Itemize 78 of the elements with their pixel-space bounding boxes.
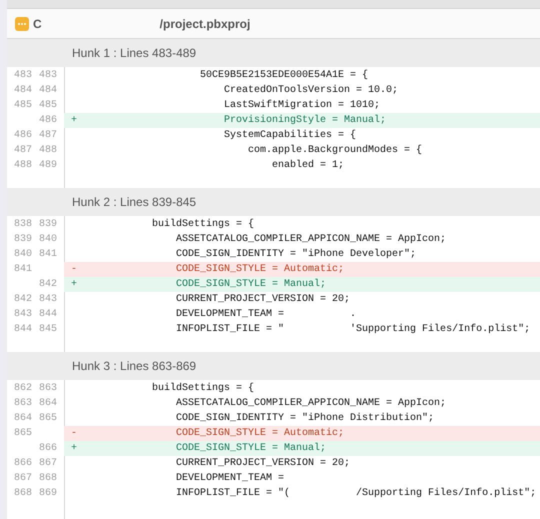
diff-marker: + xyxy=(71,279,78,290)
code-text: CODE_SIGN_STYLE = Automatic; xyxy=(175,428,344,439)
line-number: 863 xyxy=(12,398,32,409)
line-number: 489 xyxy=(38,160,57,171)
hunk-title: Hunk 1 : Lines 483-489 xyxy=(72,46,196,60)
line-number: 843 xyxy=(38,294,57,305)
line-number: 868 xyxy=(38,473,57,484)
line-number: 845 xyxy=(38,324,57,335)
code-text: LastSwiftMigration = 1010; xyxy=(223,100,380,111)
code-text: CODE_SIGN_IDENTITY = "iPhone Distribution"; xyxy=(175,413,434,424)
code-text: CODE_SIGN_STYLE = Manual; xyxy=(175,443,326,454)
code-text: CURRENT_PROJECT_VERSION = 20; xyxy=(175,458,350,469)
line-number: 842 xyxy=(12,294,32,305)
line-number: 839 xyxy=(38,219,57,230)
code-text: CODE_SIGN_STYLE = Manual; xyxy=(175,279,326,290)
line-number: 840 xyxy=(12,249,32,260)
diff-marker: - xyxy=(71,264,78,275)
line-number: 868 xyxy=(12,488,32,499)
line-number: 839 xyxy=(12,234,32,245)
line-number: 488 xyxy=(12,160,32,171)
line-number: 865 xyxy=(12,428,32,439)
line-number: 862 xyxy=(12,383,32,394)
line-number: 866 xyxy=(38,443,57,454)
line-number: 484 xyxy=(12,85,32,96)
code-text: CreatedOnToolsVersion = 10.0; xyxy=(223,85,398,96)
file-path: /project.pbxproj xyxy=(160,16,250,30)
line-number: 863 xyxy=(38,383,57,394)
line-number: 843 xyxy=(12,309,32,320)
code-text: INFOPLIST_FILE = "( xyxy=(175,488,290,499)
diff-marker: - xyxy=(71,428,78,439)
line-number: 844 xyxy=(12,324,32,335)
line-number: 844 xyxy=(38,309,57,320)
line-number: 484 xyxy=(38,85,57,96)
line-number: 838 xyxy=(12,219,32,230)
line-number: 841 xyxy=(38,249,57,260)
code-text: buildSettings = { xyxy=(151,383,254,394)
code-text: CODE_SIGN_IDENTITY = "iPhone Developer"; xyxy=(175,249,416,260)
diff-marker: + xyxy=(71,115,78,126)
line-number: 867 xyxy=(38,458,57,469)
file-path: C xyxy=(33,16,42,30)
line-number: 841 xyxy=(12,264,32,275)
line-number: 485 xyxy=(12,100,32,111)
line-number: 867 xyxy=(12,473,32,484)
hunk-title: Hunk 3 : Lines 863-869 xyxy=(72,359,196,373)
line-number: 488 xyxy=(38,145,57,156)
line-number: 842 xyxy=(38,279,57,290)
code-text: SystemCapabilities = { xyxy=(223,130,356,141)
code-text: ASSETCATALOG_COMPILER_APPICON_NAME = AppIcon; xyxy=(175,398,446,409)
code-text: CURRENT_PROJECT_VERSION = 20; xyxy=(175,294,350,305)
line-number: 864 xyxy=(12,413,32,424)
line-number: 486 xyxy=(38,115,57,126)
code-text: com.apple.BackgroundModes = { xyxy=(247,145,422,156)
code-text: /Supporting Files/Info.plist"; xyxy=(356,488,536,499)
line-number: 486 xyxy=(12,130,32,141)
file-icon xyxy=(15,16,29,30)
line-number: 865 xyxy=(38,413,57,424)
code-text: 'Supporting Files/Info.plist"; xyxy=(350,324,530,335)
line-number: 487 xyxy=(38,130,57,141)
hunk-title: Hunk 2 : Lines 839-845 xyxy=(72,195,196,209)
diff-marker: + xyxy=(71,443,78,454)
line-number: 483 xyxy=(12,70,32,81)
code-text: INFOPLIST_FILE = " xyxy=(175,324,284,335)
line-number: 864 xyxy=(38,398,57,409)
line-number: 869 xyxy=(38,488,57,499)
line-number: 866 xyxy=(12,458,32,469)
code-text: ProvisioningStyle = Manual; xyxy=(223,115,386,126)
line-number: 483 xyxy=(38,70,57,81)
code-text: ASSETCATALOG_COMPILER_APPICON_NAME = AppIcon; xyxy=(175,234,446,245)
line-number: 487 xyxy=(12,145,32,156)
code-text: 50CE9B5E2153EDE000E54A1E = { xyxy=(199,70,368,81)
code-text: CODE_SIGN_STYLE = Automatic; xyxy=(175,264,344,275)
code-text: DEVELOPMENT_TEAM = xyxy=(175,309,284,320)
line-number: 840 xyxy=(38,234,57,245)
code-text: enabled = 1; xyxy=(271,160,344,171)
code-text: . xyxy=(350,309,358,320)
code-text: buildSettings = { xyxy=(151,219,254,230)
code-text: DEVELOPMENT_TEAM = xyxy=(175,473,284,484)
line-number: 485 xyxy=(38,100,57,111)
